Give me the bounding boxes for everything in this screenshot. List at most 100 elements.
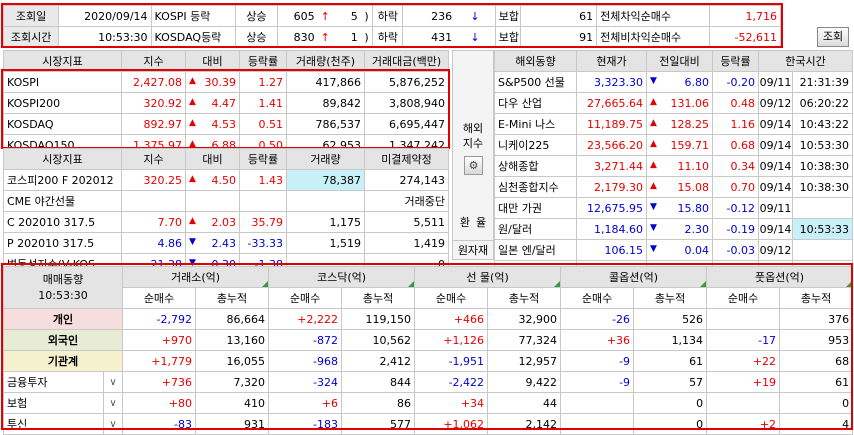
index-name: KOSPI	[3, 71, 122, 93]
down-arrow-icon: ↓	[455, 5, 496, 27]
overseas-row[interactable]: 대만 가권 12,675.95 ▼ 15.80 -0.12 09/11	[494, 197, 854, 219]
index-row[interactable]: KOSPI200 320.92 ▲ 4.47 1.41 89,842 3,808,940	[3, 92, 449, 114]
deriv-value: 4.86	[121, 232, 186, 254]
derivatives-table: 시장지표 지수 대비 등락률 거래량 미결제약정 코스피200 F 202012 320.2…	[3, 148, 449, 275]
trading-title-cell: 매매동향 10:53:30	[3, 266, 123, 309]
cumulative-header: 총누적	[341, 287, 416, 309]
deriv-value	[121, 190, 186, 212]
cumulative-value: 4	[779, 413, 854, 435]
deriv-row[interactable]: CME 야간선물 거래중단	[3, 190, 449, 212]
index-volume: 417,866	[286, 71, 365, 93]
side-panel: 해외 지수 ⚙ 환율 원자재	[452, 50, 494, 260]
investor-name: 금융투자	[3, 371, 104, 393]
cumulative-value: 577	[341, 413, 416, 435]
index-change: ▲ 30.39	[185, 71, 240, 93]
overseas-row[interactable]: 원/달러 1,184.60 ▼ 2.30 -0.19 09/14 10:53:33	[494, 218, 854, 240]
index-amount: 5,876,252	[364, 71, 449, 93]
cumulative-value: 32,900	[487, 308, 562, 330]
up-triangle-icon: ▲	[189, 75, 196, 86]
net-buy-value: -9	[560, 350, 635, 372]
deriv-row[interactable]: P 202010 317.5 4.86 ▼ 2.43 -33.33 1,519 1,419	[3, 232, 449, 254]
investor-dropdown-icon[interactable]: ∨	[103, 413, 123, 435]
overseas-change: ▲ 11.10	[646, 155, 713, 177]
cumulative-value: 9,422	[487, 371, 562, 393]
index-value: 320.92	[121, 92, 186, 114]
kosdaq-upper-limit: 1	[332, 26, 361, 48]
overseas-time: 10:43:22	[791, 113, 854, 135]
refresh-button[interactable]: 조회	[817, 27, 849, 47]
date-value[interactable]: 2020/09/14	[58, 5, 152, 27]
cumulative-value: 526	[633, 308, 708, 330]
down-triangle-icon: ▼	[650, 201, 657, 212]
deriv-value: 320.25	[121, 169, 186, 191]
arb-value: 1,716	[708, 5, 782, 27]
overseas-row[interactable]: 심천종합지수 2,179.30 ▲ 15.08 0.70 09/14 10:38:30	[494, 176, 854, 198]
up-triangle-icon: ▲	[650, 138, 657, 149]
overseas-date: 09/12	[758, 239, 793, 261]
net-buy-value: -968	[268, 350, 343, 372]
deriv-header: 미결제약정	[364, 148, 449, 170]
deriv-open-interest: 1,419	[364, 232, 449, 254]
overseas-row[interactable]: 니케이225 23,566.20 ▲ 159.71 0.68 09/14 10:53:30	[494, 134, 854, 156]
overseas-header: 한국시간	[757, 50, 854, 72]
corner-marker-icon	[846, 281, 852, 287]
deriv-row[interactable]: 코스피200 F 202012 320.25 ▲ 4.50 1.43 78,387 274,…	[3, 169, 449, 191]
overseas-rate: -0.03	[712, 239, 759, 261]
overseas-row[interactable]: 일본 엔/달러 106.15 ▼ 0.04 -0.03 09/12	[494, 239, 854, 261]
settings-gear-icon[interactable]: ⚙	[464, 156, 483, 175]
overseas-row[interactable]: 상해종합 3,271.44 ▲ 11.10 0.34 09/14 10:38:30	[494, 155, 854, 177]
overseas-row[interactable]: E-Mini 나스 11,189.75 ▲ 128.25 1.16 09/14 10:43:…	[494, 113, 854, 135]
fx-label: 환율	[459, 216, 493, 229]
overseas-row[interactable]: 다우 산업 27,665.64 ▲ 131.06 0.48 09/12 06:20:22	[494, 92, 854, 114]
trading-row[interactable]: 금융투자 ∨ +736 7,320 -324 844 -2,422 9,422 -9 57 +19 6…	[3, 371, 854, 393]
deriv-open-interest: 거래중단	[364, 190, 449, 212]
trading-row[interactable]: 투신 ∨ -83 931 -183 577 +1,062 2,142 0 +2 4	[3, 413, 854, 435]
net-buy-value: +22	[706, 350, 781, 372]
overseas-header: 등락률	[712, 50, 759, 72]
net-buy-value: -17	[706, 329, 781, 351]
time-value[interactable]: 10:53:30	[58, 26, 152, 48]
overseas-table: 해외동향 현재가 전일대비 등락률 한국시간 S&P500 선물 3,323.30 ▼ 6.8…	[494, 50, 854, 282]
trading-row[interactable]: 개인 -2,792 86,664 +2,222 119,150 +466 32,900 -26…	[3, 308, 854, 330]
overseas-change-value: 11.10	[677, 159, 710, 173]
trading-row[interactable]: 기관계 +1,779 16,055 -968 2,412 -1,951 12,957 -9 61…	[3, 350, 854, 372]
index-rate: 0.51	[239, 113, 287, 135]
index-row[interactable]: KOSPI 2,427.08 ▲ 30.39 1.27 417,866 5,876,252	[3, 71, 449, 93]
net-buy-value	[560, 392, 635, 414]
time-label: 조회시간	[2, 26, 60, 48]
overseas-date: 09/14	[758, 113, 793, 135]
net-buy-value: +80	[122, 392, 196, 414]
overseas-date: 09/14	[758, 218, 793, 240]
deriv-change: ▼ 2.43	[185, 232, 240, 254]
deriv-row[interactable]: C 202010 317.5 7.70 ▲ 2.03 35.79 1,175 5,511	[3, 211, 449, 233]
deriv-change: ▲ 4.50	[185, 169, 240, 191]
summary-table: 조회일 2020/09/14 KOSPI 등락 상승 605 ↑ 5 ) 하락 …	[2, 5, 782, 48]
up-triangle-icon: ▲	[650, 180, 657, 191]
overseas-rate: 0.68	[712, 134, 759, 156]
date-label: 조회일	[2, 5, 60, 27]
investor-dropdown-icon[interactable]: ∨	[103, 392, 123, 414]
index-value: 892.97	[121, 113, 186, 135]
cumulative-value: 844	[341, 371, 416, 393]
overseas-change-value: 6.80	[684, 75, 710, 89]
trading-row[interactable]: 보험 ∨ +80 410 +6 86 +34 44 0 0	[3, 392, 854, 414]
overseas-name: 상해종합	[494, 155, 577, 177]
net-buy-value: +6	[268, 392, 343, 414]
up-arrow-icon: ↑	[317, 5, 333, 27]
cumulative-value: 7,320	[194, 371, 270, 393]
net-buy-value: +970	[122, 329, 196, 351]
overseas-name: 심천종합지수	[494, 176, 577, 198]
down-triangle-icon: ▼	[650, 222, 657, 233]
trading-row[interactable]: 외국인 +970 13,160 -872 10,562 +1,126 77,324 +36 1,…	[3, 329, 854, 351]
trading-group-header: 풋옵션(억)	[706, 266, 854, 288]
index-row[interactable]: KOSDAQ 892.97 ▲ 4.53 0.51 786,537 6,695,447	[3, 113, 449, 135]
investor-dropdown-icon[interactable]: ∨	[103, 371, 123, 393]
net-buy-value: +36	[560, 329, 635, 351]
deriv-change-value: 4.50	[211, 173, 237, 187]
overseas-change: ▼ 15.80	[646, 197, 713, 219]
overseas-row[interactable]: S&P500 선물 3,323.30 ▼ 6.80 -0.20 09/11 21:31:39	[494, 71, 854, 93]
overseas-price: 12,675.95	[576, 197, 647, 219]
overseas-price: 2,179.30	[576, 176, 647, 198]
cumulative-value: 119,150	[341, 308, 416, 330]
overseas-date: 09/12	[758, 92, 793, 114]
